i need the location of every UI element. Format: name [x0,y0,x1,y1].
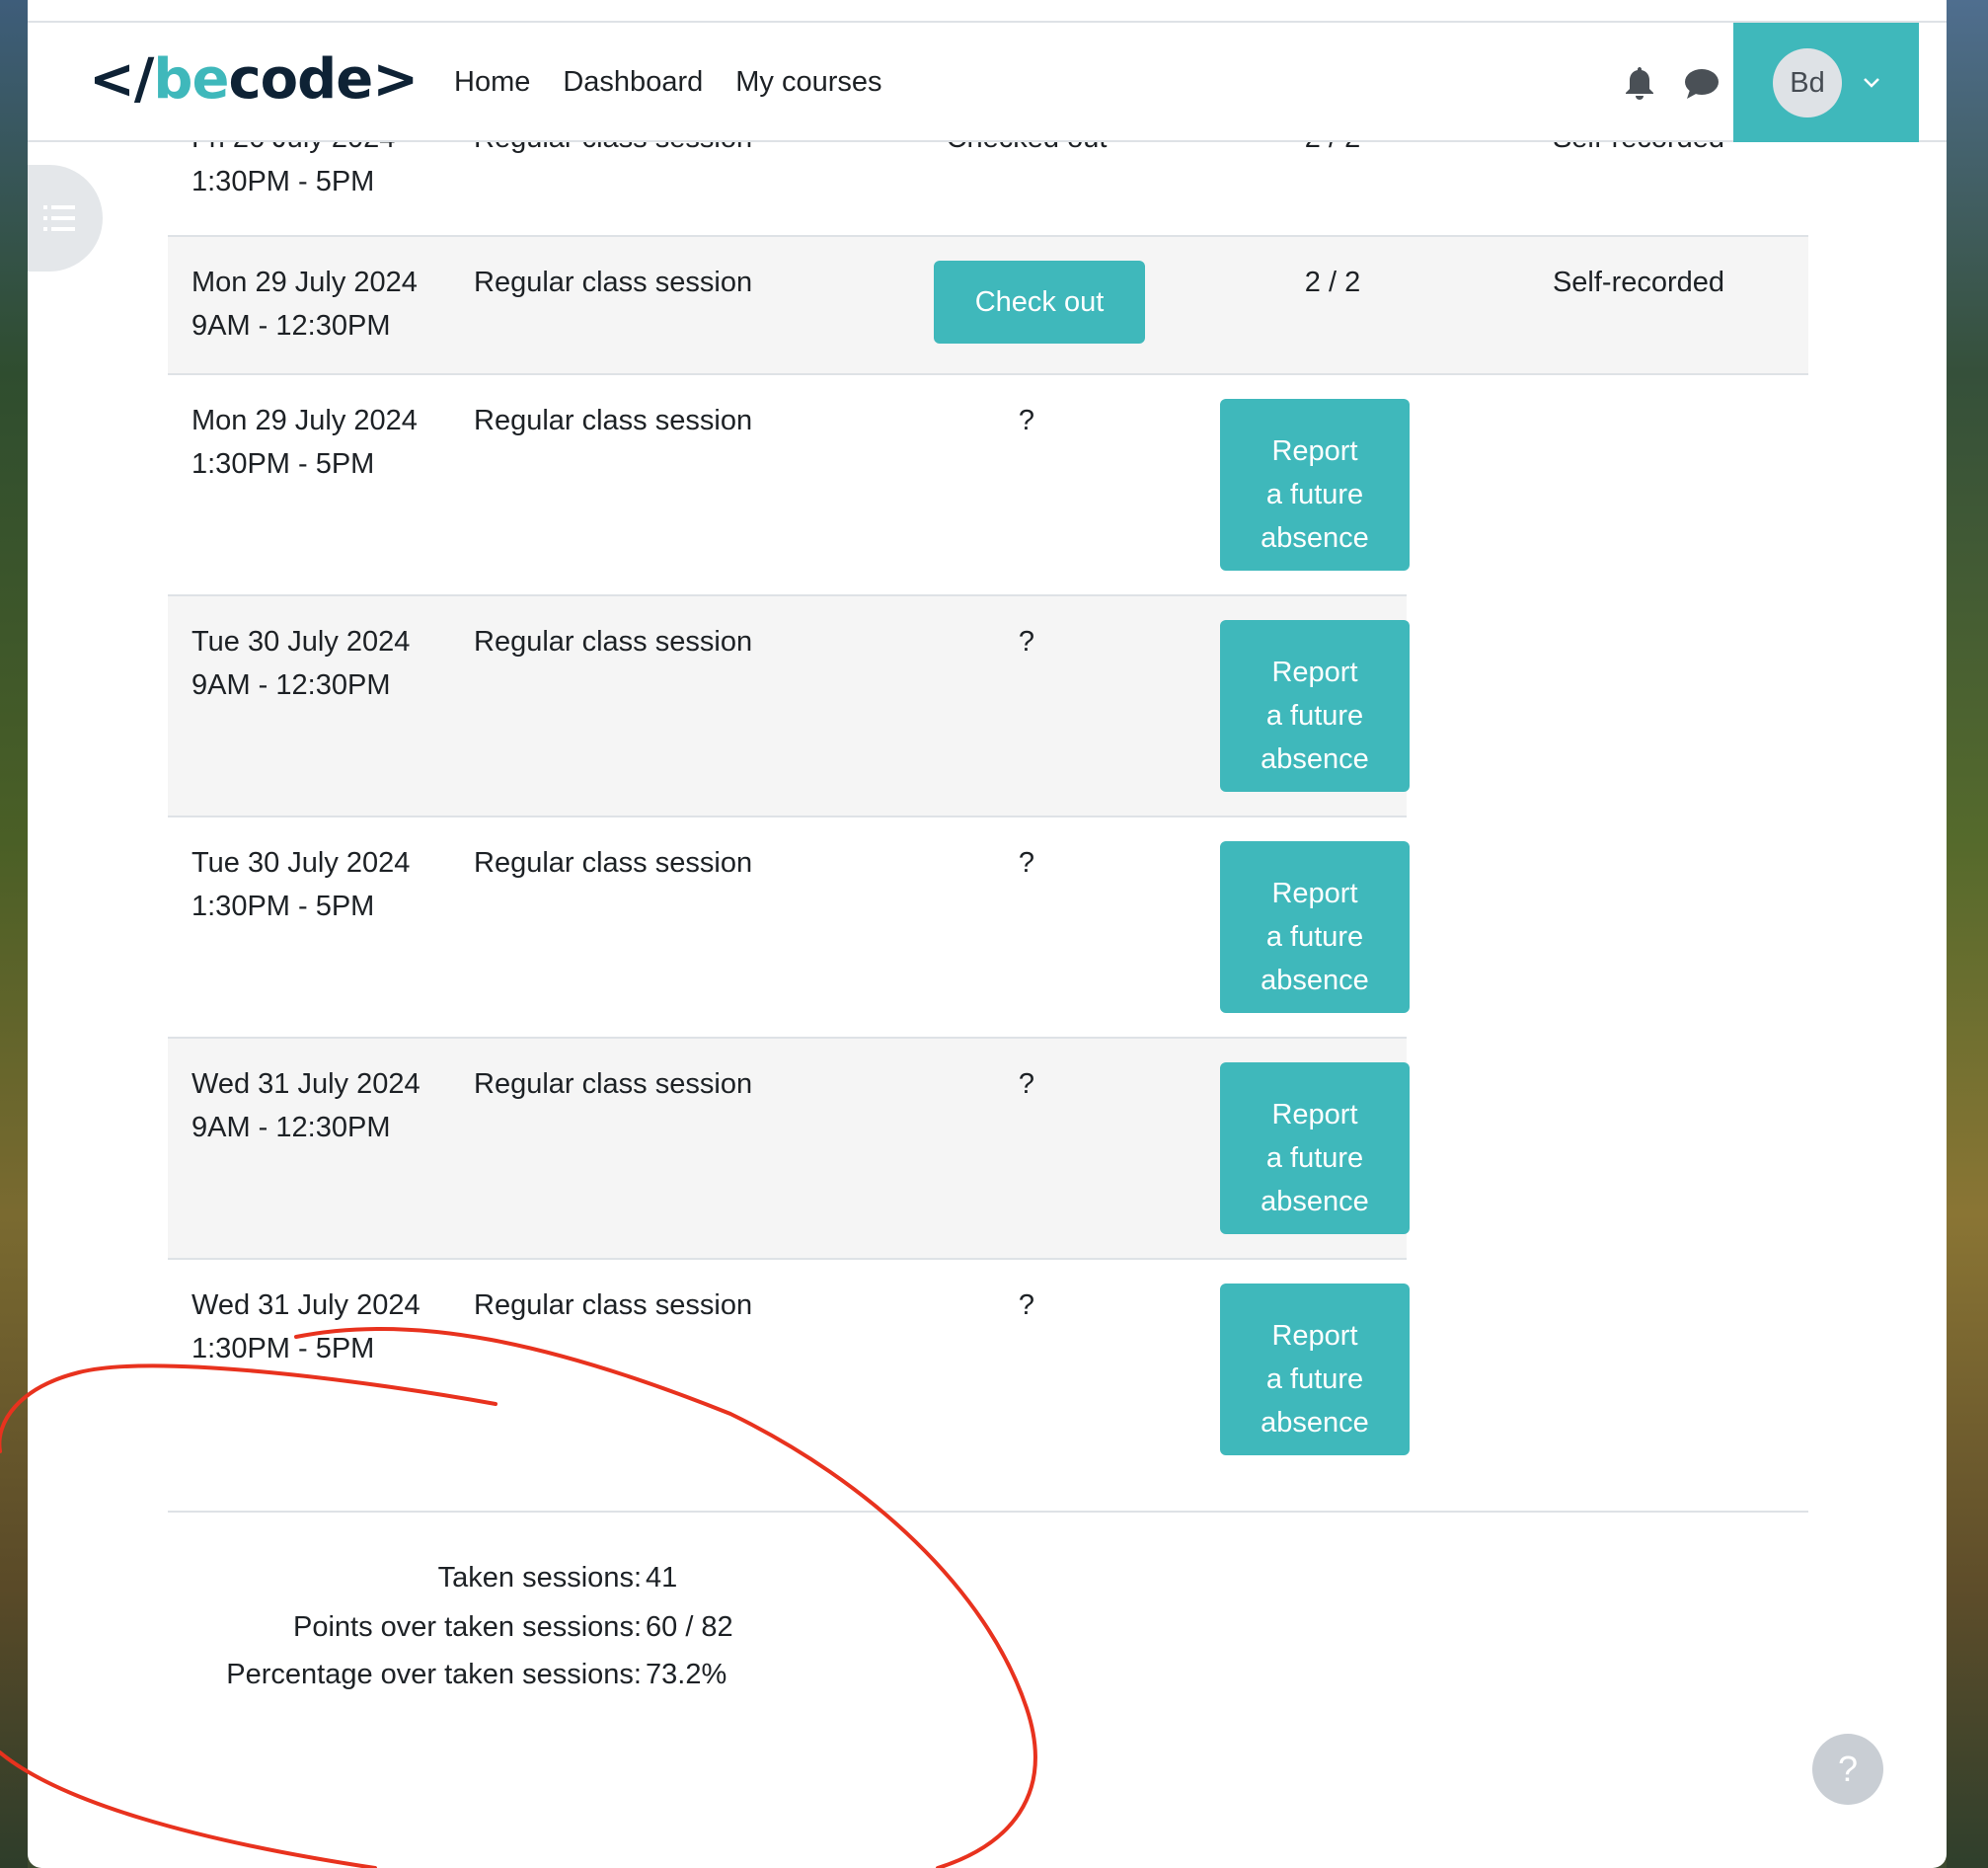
session-date-cell: Wed 31 July 2024 9AM - 12:30PM [191,1062,421,1149]
help-button[interactable]: ? [1812,1734,1883,1805]
course-index-toggle[interactable] [28,165,103,272]
session-time: 1:30PM - 5PM [191,891,375,922]
table-row: Tue 30 July 2024 1:30PM - 5PM Regular cl… [168,817,1410,1039]
session-date: Wed 31 July 2024 [191,1289,421,1321]
report-future-absence-button[interactable]: Report a future absence [1220,399,1410,571]
percentage-label: Percentage over taken sessions: [226,1659,642,1690]
button-line: a future [1265,920,1364,953]
check-out-button[interactable]: Check out [934,261,1145,344]
points-label: Points over taken sessions: [292,1611,642,1643]
chat-icon[interactable] [1684,67,1720,101]
session-time: 1:30PM - 5PM [191,1333,375,1364]
attendance-table: Fri 26 July 2024 1:30PM - 5PM Regular cl… [168,118,1808,1513]
session-date-cell: Tue 30 July 2024 9AM - 12:30PM [191,620,410,707]
report-future-absence-button[interactable]: Report a future absence [1220,1284,1410,1455]
table-row: Tue 30 July 2024 9AM - 12:30PM Regular c… [168,596,1410,817]
percentage-value: 73.2% [646,1659,727,1690]
button-line: Report [1271,1098,1358,1130]
button-line: Report [1271,656,1358,688]
session-points: 2 / 2 [1304,267,1361,298]
session-date-cell: Mon 29 July 2024 1:30PM - 5PM [191,399,418,486]
session-status: ? [1018,1289,1035,1321]
session-status: ? [1018,405,1035,436]
session-description: Regular class session [474,405,753,436]
button-line: absence [1261,1406,1369,1439]
list-icon [43,205,75,231]
logo-accent: be [153,47,229,112]
session-date: Mon 29 July 2024 [191,405,418,436]
session-description: Regular class session [474,267,753,298]
session-date: Tue 30 July 2024 [191,847,411,879]
session-description: Regular class session [474,847,753,879]
report-future-absence-button[interactable]: Report a future absence [1220,620,1410,792]
session-date-cell: Tue 30 July 2024 1:30PM - 5PM [191,841,410,928]
table-row: Wed 31 July 2024 1:30PM - 5PM Regular cl… [168,1260,1808,1513]
session-date: Tue 30 July 2024 [191,626,411,658]
session-time: 9AM - 12:30PM [191,310,391,342]
session-description: Regular class session [474,1068,753,1100]
button-line: Report [1271,434,1358,467]
taken-sessions-value: 41 [646,1562,678,1594]
session-time: 1:30PM - 5PM [191,448,375,480]
button-line: absence [1261,521,1369,554]
session-date: Mon 29 July 2024 [191,267,418,298]
button-line: a future [1265,1141,1364,1174]
button-line: absence [1261,964,1369,996]
session-remarks: Self-recorded [1552,267,1725,298]
button-line: absence [1261,1185,1369,1217]
user-menu[interactable]: Bd [1733,23,1919,142]
bell-icon[interactable] [1623,65,1656,101]
session-status: ? [1018,626,1035,658]
nav-dashboard[interactable]: Dashboard [563,62,703,102]
table-row: Wed 31 July 2024 9AM - 12:30PM Regular c… [168,1039,1410,1260]
button-line: a future [1265,699,1364,732]
button-line: absence [1261,742,1369,775]
button-line: Report [1271,1319,1358,1352]
table-row: Mon 29 July 2024 9AM - 12:30PM Regular c… [168,237,1808,375]
session-time: 1:30PM - 5PM [191,166,375,197]
session-description: Regular class session [474,626,753,658]
becode-logo[interactable]: </becode> [89,47,419,112]
window-top-strip [28,0,1947,23]
nav-home[interactable]: Home [454,62,530,102]
logo-prefix: </ [89,47,154,112]
nav-my-courses[interactable]: My courses [735,62,881,102]
browser-window: </becode> Home Dashboard My courses Bd 1… [28,0,1947,1868]
desktop-background-right [1947,0,1988,1868]
avatar[interactable]: Bd [1773,47,1842,117]
session-status: ? [1018,1068,1035,1100]
logo-suffix: > [372,47,419,112]
session-time: 9AM - 12:30PM [191,1112,391,1143]
desktop-background-left [0,0,28,1868]
points-value: 60 / 82 [646,1611,733,1643]
top-navbar: </becode> Home Dashboard My courses Bd [28,23,1947,142]
chevron-down-icon[interactable] [1862,76,1881,90]
taken-sessions-label: Taken sessions: [437,1562,642,1594]
report-future-absence-button[interactable]: Report a future absence [1220,841,1410,1013]
report-future-absence-button[interactable]: Report a future absence [1220,1062,1410,1234]
session-description: Regular class session [474,1289,753,1321]
logo-core: code [228,47,373,112]
button-line: Report [1271,877,1358,909]
table-row: Mon 29 July 2024 1:30PM - 5PM Regular cl… [168,375,1410,596]
button-line: a future [1265,478,1364,510]
session-date-cell: Wed 31 July 2024 1:30PM - 5PM [191,1284,421,1370]
session-date: Wed 31 July 2024 [191,1068,421,1100]
session-time: 9AM - 12:30PM [191,669,391,701]
primary-nav: Home Dashboard My courses [454,62,915,102]
button-line: a future [1265,1362,1364,1395]
session-date-cell: Mon 29 July 2024 9AM - 12:30PM [191,261,418,348]
session-status: ? [1018,847,1035,879]
